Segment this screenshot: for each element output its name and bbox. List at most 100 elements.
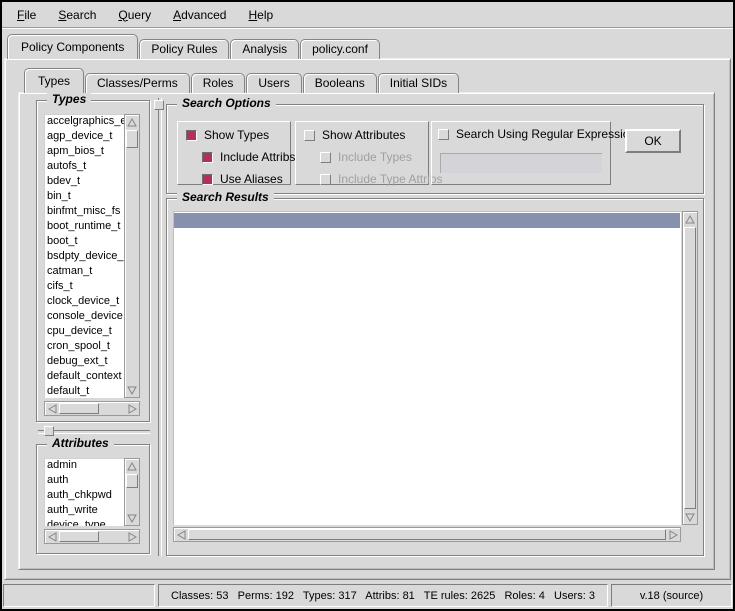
types-list-item[interactable]: bdev_t xyxy=(44,174,124,189)
ok-button[interactable]: OK xyxy=(625,129,681,153)
scroll-right-icon[interactable] xyxy=(125,402,139,415)
checkbox-disabled-icon xyxy=(320,152,331,163)
attributes-group-label: Attributes xyxy=(47,436,114,450)
results-horizontal-scrollbar[interactable] xyxy=(173,527,681,542)
search-results-groupbox: Search Results xyxy=(166,198,704,556)
show-attributes-checkbox[interactable]: Show Attributes xyxy=(304,128,405,142)
scroll-up-icon[interactable] xyxy=(125,115,139,129)
main-tab-bar: Policy Components Policy Rules Analysis … xyxy=(7,34,381,59)
show-types-checkbox[interactable]: Show Types xyxy=(186,128,269,142)
tab-users[interactable]: Users xyxy=(246,73,301,93)
types-list-item[interactable]: clock_device_t xyxy=(44,294,124,309)
types-list-item[interactable]: cpu_device_t xyxy=(44,324,124,339)
attributes-list-item[interactable]: auth_write xyxy=(44,503,124,518)
include-attribs-checkbox[interactable]: Include Attribs xyxy=(202,150,295,164)
types-list-item[interactable]: binfmt_misc_fs xyxy=(44,204,124,219)
status-stats: Classes: 53 Perms: 192 Types: 317 Attrib… xyxy=(158,584,608,607)
checkbox-disabled-icon xyxy=(320,174,331,185)
types-list-item[interactable]: console_device xyxy=(44,309,124,324)
types-list-item[interactable]: default_t xyxy=(44,384,124,398)
tab-booleans[interactable]: Booleans xyxy=(303,73,377,93)
types-list-item[interactable]: autofs_t xyxy=(44,159,124,174)
scroll-down-icon[interactable] xyxy=(125,383,139,397)
scrollbar-thumb[interactable] xyxy=(188,529,666,540)
types-horizontal-scrollbar[interactable] xyxy=(44,401,140,416)
types-list-item[interactable]: cifs_t xyxy=(44,279,124,294)
menu-bar: File Search Query Advanced Help xyxy=(2,2,733,28)
types-vertical-scrollbar[interactable] xyxy=(124,114,140,398)
menu-help[interactable]: Help xyxy=(237,5,284,25)
menu-search[interactable]: Search xyxy=(47,5,107,25)
types-list-item[interactable]: bin_t xyxy=(44,189,124,204)
attributes-vertical-scrollbar[interactable] xyxy=(124,458,140,526)
tab-roles[interactable]: Roles xyxy=(191,73,246,93)
attributes-list-item[interactable]: auth xyxy=(44,473,124,488)
panes-sash[interactable] xyxy=(154,98,164,556)
results-vertical-scrollbar[interactable] xyxy=(682,211,698,525)
scrollbar-thumb[interactable] xyxy=(59,403,99,414)
scroll-right-icon[interactable] xyxy=(666,528,680,541)
include-types-checkbox[interactable]: Include Types xyxy=(320,150,412,164)
scroll-left-icon[interactable] xyxy=(45,530,59,543)
scroll-left-icon[interactable] xyxy=(45,402,59,415)
checkbox-checked-icon[interactable] xyxy=(202,174,213,185)
types-list-item[interactable]: apm_bios_t xyxy=(44,144,124,159)
show-types-group: Show Types Include Attribs Use Aliases xyxy=(177,121,291,185)
scrollbar-thumb[interactable] xyxy=(126,474,138,488)
regex-group: Search Using Regular Expression xyxy=(431,121,611,185)
scroll-down-icon[interactable] xyxy=(683,510,697,524)
search-results-text[interactable] xyxy=(173,211,681,525)
include-type-attribs-checkbox[interactable]: Include Type Attribs xyxy=(320,172,443,186)
types-list-item[interactable]: cron_spool_t xyxy=(44,339,124,354)
attributes-list-item[interactable]: device_type xyxy=(44,518,124,526)
menu-query[interactable]: Query xyxy=(107,5,162,25)
tab-analysis[interactable]: Analysis xyxy=(230,39,299,59)
checkbox-checked-icon[interactable] xyxy=(186,130,197,141)
sash-handle[interactable] xyxy=(44,426,54,436)
types-list-item[interactable]: boot_runtime_t xyxy=(44,219,124,234)
sash-line xyxy=(158,98,162,556)
scroll-up-icon[interactable] xyxy=(125,459,139,473)
checkbox-unchecked-icon[interactable] xyxy=(304,130,315,141)
menu-advanced[interactable]: Advanced xyxy=(162,5,237,25)
search-options-groupbox: Search Options Show Types Include Attrib… xyxy=(166,104,704,194)
tab-initial-sids[interactable]: Initial SIDs xyxy=(378,73,459,93)
tab-policy-conf[interactable]: policy.conf xyxy=(300,39,380,59)
attributes-listbox[interactable]: adminauthauth_chkpwdauth_writedevice_typ… xyxy=(44,458,124,526)
types-list-item[interactable]: default_context xyxy=(44,369,124,384)
scroll-down-icon[interactable] xyxy=(125,511,139,525)
tab-types[interactable]: Types xyxy=(24,68,84,93)
types-list-item[interactable]: bsdpty_device_ xyxy=(44,249,124,264)
checkbox-unchecked-icon[interactable] xyxy=(438,129,449,140)
search-results-label: Search Results xyxy=(177,190,274,204)
types-list-item[interactable]: catman_t xyxy=(44,264,124,279)
left-pane-sash[interactable] xyxy=(38,426,150,436)
search-options-label: Search Options xyxy=(177,96,276,110)
attributes-list-item[interactable]: auth_chkpwd xyxy=(44,488,124,503)
attributes-list-item[interactable]: admin xyxy=(44,458,124,473)
scroll-left-icon[interactable] xyxy=(174,528,188,541)
show-attributes-group: Show Attributes Include Types Include Ty… xyxy=(295,121,429,185)
tab-policy-rules[interactable]: Policy Rules xyxy=(139,39,229,59)
menu-file[interactable]: File xyxy=(6,5,47,25)
types-list-item[interactable]: boot_t xyxy=(44,234,124,249)
components-tab-bar: Types Classes/Perms Roles Users Booleans… xyxy=(24,69,460,93)
attributes-horizontal-scrollbar[interactable] xyxy=(44,529,140,544)
scroll-right-icon[interactable] xyxy=(125,530,139,543)
checkbox-checked-icon[interactable] xyxy=(202,152,213,163)
types-listbox[interactable]: accelgraphics_eagp_device_tapm_bios_taut… xyxy=(44,114,124,398)
use-aliases-checkbox[interactable]: Use Aliases xyxy=(202,172,283,186)
scrollbar-thumb[interactable] xyxy=(684,227,696,509)
types-list-item[interactable]: debug_ext_t xyxy=(44,354,124,369)
tab-policy-components[interactable]: Policy Components xyxy=(7,34,138,59)
regex-input[interactable] xyxy=(440,153,602,173)
apol-window: File Search Query Advanced Help Policy C… xyxy=(0,0,735,611)
sash-handle[interactable] xyxy=(154,100,164,110)
regex-checkbox[interactable]: Search Using Regular Expression xyxy=(438,127,636,141)
scrollbar-thumb[interactable] xyxy=(126,130,138,148)
types-list-item[interactable]: agp_device_t xyxy=(44,129,124,144)
tab-classes-perms[interactable]: Classes/Perms xyxy=(85,73,190,93)
scroll-up-icon[interactable] xyxy=(683,212,697,226)
types-list-item[interactable]: accelgraphics_e xyxy=(44,114,124,129)
scrollbar-thumb[interactable] xyxy=(59,531,99,542)
